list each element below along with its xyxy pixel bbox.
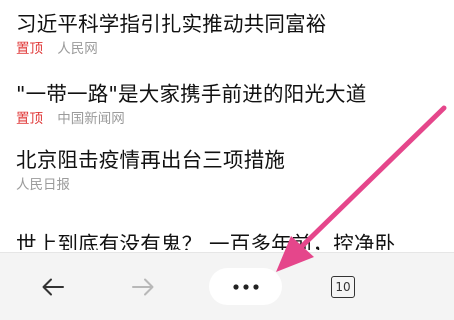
news-title: 北京阻击疫情再出台三项措施 (16, 148, 286, 172)
news-item[interactable]: 世上到底有没有鬼？ 一百多年前，控净卧 (16, 230, 444, 250)
forward-button[interactable] (118, 253, 168, 320)
news-source: 人民网 (57, 41, 98, 57)
news-item[interactable]: 习近平科学指引扎实推动共同富裕 置顶 人民网 (16, 10, 444, 58)
news-meta: 人民日报 (16, 176, 444, 194)
news-title: 习近平科学指引扎实推动共同富裕 (16, 12, 327, 36)
news-item[interactable]: "一带一路"是大家携手前进的阳光大道 置顶 中国新闻网 (16, 80, 444, 128)
news-feed: 习近平科学指引扎实推动共同富裕 置顶 人民网 "一带一路"是大家携手前进的阳光大… (0, 0, 454, 250)
bottom-toolbar: 10 (0, 252, 454, 320)
tabs-button[interactable]: 10 (318, 253, 368, 320)
news-source: 人民日报 (16, 177, 70, 193)
arrow-left-icon (42, 278, 64, 295)
menu-button[interactable] (209, 268, 282, 305)
arrow-right-icon (132, 278, 154, 295)
more-dots-icon (232, 283, 259, 290)
news-item[interactable]: 北京阻击疫情再出台三项措施 人民日报 (16, 146, 444, 194)
tabs-icon: 10 (331, 275, 355, 298)
tab-count: 10 (335, 279, 351, 294)
news-title: 世上到底有没有鬼？ 一百多年前，控净卧 (16, 232, 396, 250)
news-source: 中国新闻网 (57, 111, 125, 127)
news-meta: 置顶 人民网 (16, 40, 444, 58)
pin-tag: 置顶 (16, 41, 43, 57)
news-title: "一带一路"是大家携手前进的阳光大道 (16, 82, 367, 106)
news-meta: 置顶 中国新闻网 (16, 110, 444, 128)
pin-tag: 置顶 (16, 111, 43, 127)
back-button[interactable] (28, 253, 78, 320)
